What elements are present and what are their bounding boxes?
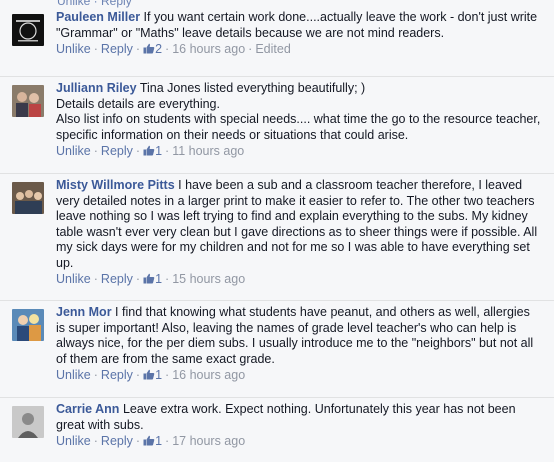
comment-actions: Unlike · Reply · 1 · 16 hours ago [56, 368, 246, 382]
avatar[interactable] [12, 182, 44, 214]
thumbs-up-icon [143, 43, 155, 54]
comment-author[interactable]: Jenn Mor [56, 305, 112, 319]
reply-link[interactable]: Reply [101, 272, 133, 286]
comment: Pauleen Miller If you want certain work … [0, 6, 554, 77]
avatar[interactable] [12, 85, 44, 117]
reply-link[interactable]: Reply [101, 368, 133, 382]
thumbs-up-icon [143, 145, 155, 156]
unlike-link[interactable]: Unlike [56, 434, 91, 448]
comment-actions: Unlike · Reply · 1 · 15 hours ago [56, 272, 246, 286]
thumbs-up-icon [143, 435, 155, 446]
like-count[interactable]: 1 [143, 272, 162, 286]
comment-timestamp[interactable]: 16 hours ago [172, 368, 245, 382]
reply-link[interactable]: Reply [101, 434, 133, 448]
comment: Carrie Ann Leave extra work. Expect noth… [0, 398, 554, 462]
edited-label[interactable]: Edited [255, 42, 290, 56]
unlike-link[interactable]: Unlike [56, 144, 91, 158]
thumbs-up-icon [143, 273, 155, 284]
comment: Jenn Mor I find that knowing what studen… [0, 301, 554, 398]
thumbs-up-icon [143, 369, 155, 380]
like-count[interactable]: 1 [143, 368, 162, 382]
comment-timestamp[interactable]: 16 hours ago [172, 42, 245, 56]
like-count[interactable]: 1 [143, 144, 162, 158]
avatar[interactable] [12, 309, 44, 341]
comment: Misty Willmore Pitts I have been a sub a… [0, 174, 554, 301]
comment-text: I find that knowing what students have p… [56, 305, 534, 366]
unlike-link[interactable]: Unlike [56, 42, 91, 56]
reply-link[interactable]: Reply [101, 42, 133, 56]
comment-actions: Unlike · Reply · 1 · 11 hours ago [56, 144, 245, 158]
avatar[interactable] [12, 406, 44, 438]
unlike-link[interactable]: Unlike [56, 272, 91, 286]
comment: Julliann Riley Tina Jones listed everyth… [0, 77, 554, 174]
avatar[interactable] [12, 14, 44, 46]
comment-actions: Unlike · Reply · 2 · 16 hours ago · Edited [56, 42, 291, 56]
unlike-link[interactable]: Unlike [56, 368, 91, 382]
comment-author[interactable]: Pauleen Miller [56, 10, 140, 24]
comment-timestamp[interactable]: 11 hours ago [172, 144, 244, 158]
comment-text: Leave extra work. Expect nothing. Unfort… [56, 402, 516, 432]
comment-timestamp[interactable]: 15 hours ago [172, 272, 245, 286]
comment-author[interactable]: Misty Willmore Pitts [56, 178, 175, 192]
comment-author[interactable]: Julliann Riley [56, 81, 137, 95]
reply-link[interactable]: Reply [101, 144, 133, 158]
comment-author[interactable]: Carrie Ann [56, 402, 119, 416]
like-count[interactable]: 1 [143, 434, 162, 448]
like-count[interactable]: 2 [143, 42, 162, 56]
comment-actions: Unlike · Reply · 1 · 17 hours ago [56, 434, 246, 448]
comment-timestamp[interactable]: 17 hours ago [172, 434, 245, 448]
